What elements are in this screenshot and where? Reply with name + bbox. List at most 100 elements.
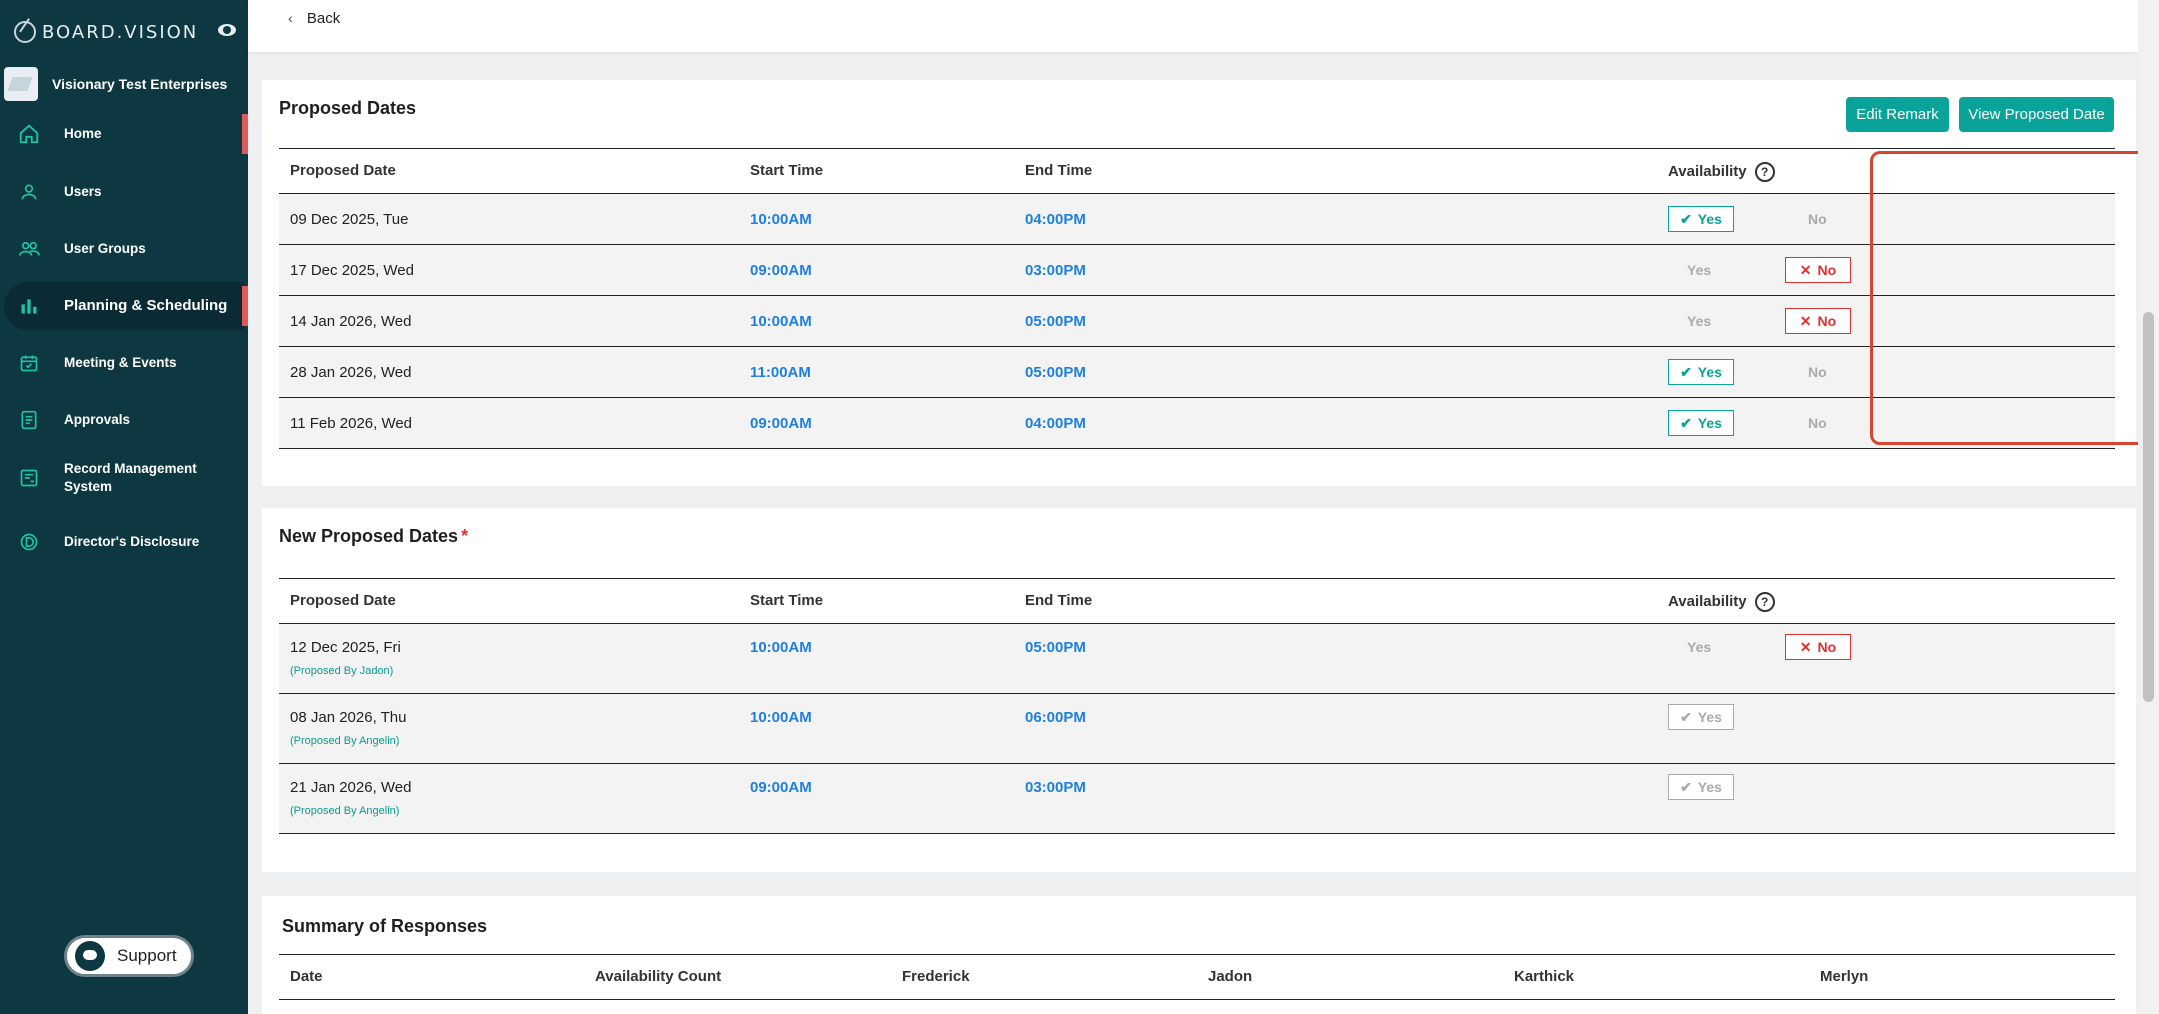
availability-label: Availability	[1668, 592, 1747, 610]
proposed-dates-table: Proposed Date Start Time End Time Availa…	[279, 148, 2115, 449]
table-row: 11 Feb 2026, Wed 09:00AM 04:00PM ✔ Yes No	[279, 398, 2115, 449]
no-button-selected[interactable]: ✕ No	[1785, 257, 1851, 283]
col-merlyn: Merlyn	[1820, 968, 1869, 985]
table-row: 21 Jan 2026, Wed (Proposed By Angelin) 0…	[279, 764, 2115, 834]
check-icon: ✔	[1680, 414, 1692, 431]
section-title: Summary of Responses	[282, 916, 488, 936]
proposed-dates-card: Proposed Dates Edit Remark View Proposed…	[262, 80, 2136, 486]
proposed-date: 08 Jan 2026, Thu	[290, 709, 407, 726]
sidebar-item-user-groups[interactable]: User Groups	[4, 225, 244, 273]
check-icon: ✔	[1680, 363, 1692, 380]
proposed-by: (Proposed By Angelin)	[290, 805, 400, 817]
start-time: 10:00AM	[750, 211, 812, 228]
no-button-selected[interactable]: ✕ No	[1785, 634, 1851, 660]
sidebar-item-planning-scheduling[interactable]: Planning & Scheduling	[4, 282, 248, 330]
close-icon: ✕	[1799, 638, 1812, 655]
help-icon[interactable]: ?	[1754, 162, 1775, 182]
end-time: 05:00PM	[1025, 364, 1086, 381]
sidebar-item-directors-disclosure[interactable]: Director's Disclosure	[4, 518, 244, 566]
yes-label: Yes	[1697, 415, 1722, 431]
back-label: Back	[306, 10, 341, 27]
no-button[interactable]: No	[1808, 415, 1827, 431]
col-proposed-date: Proposed Date	[290, 162, 396, 179]
topbar: ‹ Back	[248, 0, 2138, 52]
proposed-by: (Proposed By Angelin)	[290, 735, 400, 747]
yes-button[interactable]: Yes	[1687, 639, 1711, 655]
eye-toggle-icon[interactable]	[218, 24, 236, 36]
start-time: 10:00AM	[750, 709, 812, 726]
sidebar-item-label: Home	[64, 126, 102, 141]
no-label: No	[1817, 639, 1837, 655]
no-button[interactable]: No	[1808, 364, 1827, 380]
sidebar-item-record-management[interactable]: Record Management System	[4, 454, 244, 502]
col-karthick: Karthick	[1514, 968, 1575, 985]
view-proposed-date-button[interactable]: View Proposed Date	[1959, 97, 2114, 132]
start-time: 09:00AM	[750, 415, 812, 432]
table-row: 17 Dec 2025, Wed 09:00AM 03:00PM Yes ✕ No	[279, 245, 2115, 296]
sidebar-item-label: Planning & Scheduling	[64, 297, 228, 314]
table-row: 28 Jan 2026, Wed 11:00AM 05:00PM ✔ Yes No	[279, 347, 2115, 398]
summary-card: Summary of Responses Date Availability C…	[262, 896, 2136, 1014]
start-time: 10:00AM	[750, 313, 812, 330]
edit-remark-button[interactable]: Edit Remark	[1846, 97, 1949, 132]
start-time: 09:00AM	[750, 779, 812, 796]
sidebar-item-label: Record Management System	[64, 461, 197, 494]
proposed-date: 09 Dec 2025, Tue	[290, 211, 409, 228]
yes-label: Yes	[1697, 364, 1722, 380]
calendar-icon	[16, 350, 42, 376]
start-time: 11:00AM	[750, 364, 811, 381]
end-time: 05:00PM	[1025, 313, 1086, 330]
sidebar-item-home[interactable]: Home	[4, 110, 248, 158]
help-icon[interactable]: ?	[1754, 592, 1775, 612]
bar-chart-icon	[16, 293, 42, 319]
availability-label: Availability	[1668, 162, 1747, 180]
no-label: No	[1817, 313, 1837, 329]
support-button[interactable]: Support	[64, 935, 194, 977]
user-group-icon	[16, 236, 42, 262]
yes-button[interactable]: Yes	[1687, 262, 1711, 278]
col-frederick: Frederick	[902, 968, 970, 985]
chat-icon	[75, 941, 105, 971]
col-end-time: End Time	[1025, 162, 1093, 179]
sidebar-item-approvals[interactable]: Approvals	[4, 396, 244, 444]
user-icon	[16, 179, 42, 205]
yes-label: Yes	[1697, 779, 1722, 795]
no-button-selected[interactable]: ✕ No	[1785, 308, 1851, 334]
start-time: 10:00AM	[750, 639, 812, 656]
logo[interactable]: BOARD.VISION	[14, 18, 198, 46]
table-header: Proposed Date Start Time End Time Availa…	[279, 578, 2115, 624]
yes-button-selected[interactable]: ✔ Yes	[1668, 206, 1734, 232]
start-time: 09:00AM	[750, 262, 812, 279]
close-icon: ✕	[1799, 261, 1812, 278]
summary-table: Date Availability Count Frederick Jadon …	[279, 954, 2115, 1000]
col-end-time: End Time	[1025, 592, 1093, 609]
availability-highlight-box	[1870, 151, 2159, 445]
proposed-date: 21 Jan 2026, Wed	[290, 779, 412, 796]
end-time: 04:00PM	[1025, 211, 1086, 228]
logo-text: BOARD.VISION	[42, 21, 199, 43]
record-icon	[16, 465, 42, 491]
proposed-by: (Proposed By Jadon)	[290, 665, 394, 677]
scrollbar[interactable]	[2138, 0, 2159, 1014]
table-row: 09 Dec 2025, Tue 10:00AM 04:00PM ✔ Yes No	[279, 194, 2115, 245]
end-time: 03:00PM	[1025, 262, 1086, 279]
yes-button-selected[interactable]: ✔ Yes	[1668, 359, 1734, 385]
yes-button-selected[interactable]: ✔ Yes	[1668, 410, 1734, 436]
back-button[interactable]: ‹ Back	[288, 10, 340, 27]
section-title-text: New Proposed Dates	[279, 526, 459, 546]
org-switcher[interactable]: Visionary Test Enterprises	[4, 65, 244, 103]
sidebar-item-label: Approvals	[64, 412, 131, 427]
end-time: 05:00PM	[1025, 639, 1086, 656]
scrollbar-thumb[interactable]	[2143, 312, 2154, 702]
chevron-left-icon: ‹	[288, 10, 293, 26]
proposed-date: 11 Feb 2026, Wed	[290, 415, 413, 432]
no-button[interactable]: No	[1808, 211, 1827, 227]
required-mark: *	[461, 526, 469, 546]
check-icon: ✔	[1680, 778, 1692, 795]
sidebar: BOARD.VISION Visionary Test Enterprises …	[0, 0, 248, 1014]
col-availability-count: Availability Count	[595, 968, 722, 985]
yes-button[interactable]: Yes	[1687, 313, 1711, 329]
sidebar-item-meeting-events[interactable]: Meeting & Events	[4, 339, 244, 387]
sidebar-item-users[interactable]: Users	[4, 168, 244, 216]
main-content: ‹ Back Proposed Dates Edit Remark View P…	[248, 0, 2159, 1014]
